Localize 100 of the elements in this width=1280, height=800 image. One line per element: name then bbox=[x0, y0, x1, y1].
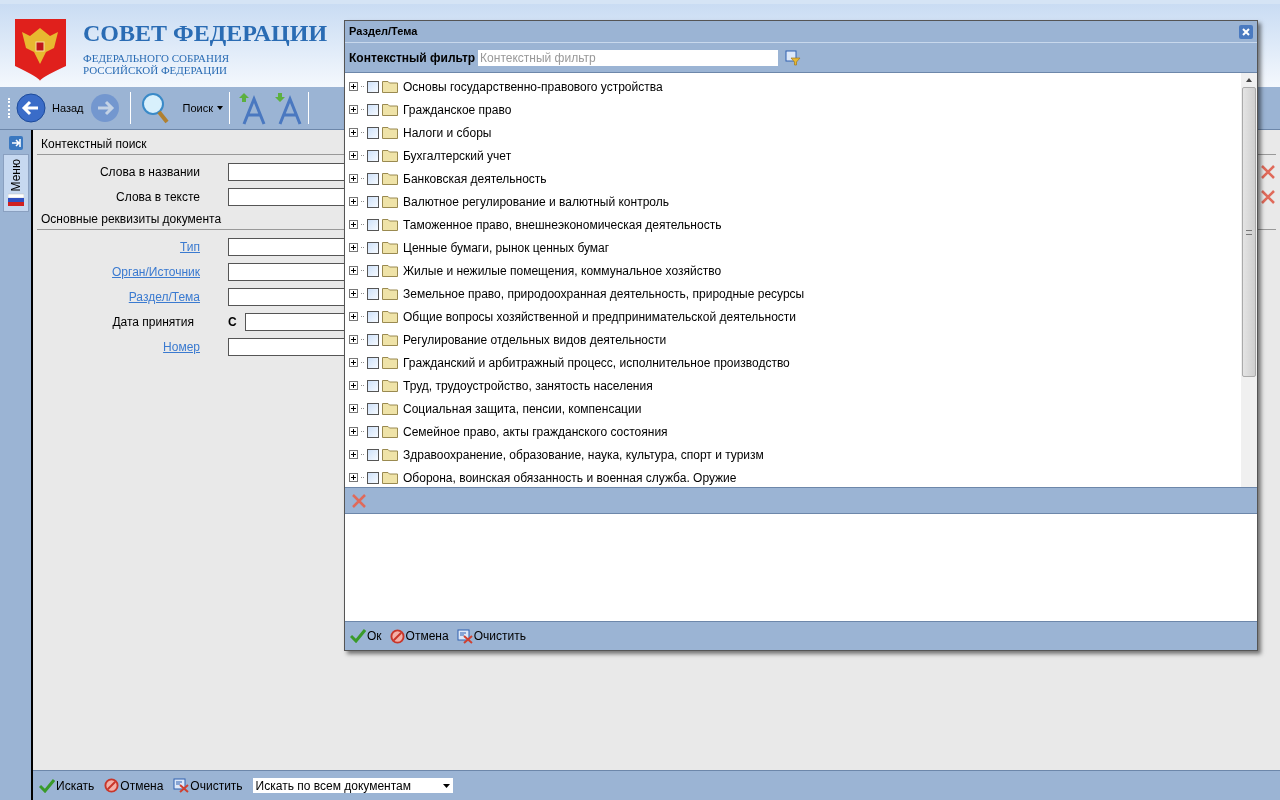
tree-item[interactable]: Основы государственно-правового устройства bbox=[403, 77, 663, 96]
field-link[interactable]: Раздел/Тема bbox=[128, 287, 200, 306]
back-button[interactable]: Назад bbox=[52, 99, 84, 117]
checkbox[interactable] bbox=[367, 241, 379, 254]
checkbox[interactable] bbox=[367, 333, 379, 346]
tree-item[interactable]: Общие вопросы хозяйственной и предпринимательской деятельности bbox=[403, 307, 797, 326]
toolbar-button[interactable]: Отмена bbox=[104, 776, 164, 795]
site-subtitle: РОССИЙСКОЙ ФЕДЕРАЦИИ bbox=[83, 64, 229, 76]
folder-icon bbox=[382, 471, 398, 484]
tree-item[interactable]: Гражданское право bbox=[403, 100, 512, 119]
dialog-button[interactable]: Отмена bbox=[389, 627, 449, 645]
checkbox[interactable] bbox=[367, 218, 379, 231]
folder-icon bbox=[382, 195, 398, 208]
tree-item[interactable]: Социальная защита, пенсии, компенсации bbox=[403, 399, 642, 418]
expand-icon[interactable] bbox=[349, 427, 358, 436]
scroll-thumb[interactable] bbox=[1242, 87, 1256, 377]
filter-label: Контекстный фильтр bbox=[349, 49, 476, 67]
expand-icon[interactable] bbox=[349, 404, 358, 413]
tree-item[interactable]: Гражданский и арбитражный процесс, исполнительное производство bbox=[403, 353, 790, 372]
folder-icon bbox=[382, 103, 398, 116]
field-link[interactable]: Тип bbox=[180, 237, 200, 256]
checkbox[interactable] bbox=[367, 425, 379, 438]
expand-icon[interactable] bbox=[349, 335, 358, 344]
prohibited-icon bbox=[389, 628, 405, 644]
folder-icon bbox=[382, 287, 398, 300]
field-label: Слова в названии bbox=[99, 163, 200, 181]
tree-item[interactable]: Земельное право, природоохранная деятельность, природные ресурсы bbox=[403, 284, 805, 303]
checkbox[interactable] bbox=[367, 356, 379, 369]
expand-icon[interactable] bbox=[349, 266, 358, 275]
expand-icon[interactable] bbox=[349, 197, 358, 206]
expand-icon[interactable] bbox=[349, 381, 358, 390]
filter-icon[interactable] bbox=[785, 49, 802, 66]
expand-icon[interactable] bbox=[349, 473, 358, 482]
caret-icon bbox=[217, 106, 223, 110]
expand-panel-icon[interactable] bbox=[8, 136, 23, 150]
dialog-button[interactable]: Ок bbox=[350, 627, 382, 645]
folder-icon bbox=[382, 218, 398, 231]
checkbox[interactable] bbox=[367, 103, 379, 116]
tree-item[interactable]: Труд, трудоустройство, занятость населения bbox=[403, 376, 653, 395]
flag-icon bbox=[7, 193, 24, 208]
expand-icon[interactable] bbox=[349, 220, 358, 229]
tree-item[interactable]: Здравоохранение, образование, наука, культура, спорт и туризм bbox=[403, 445, 764, 464]
checkbox[interactable] bbox=[367, 448, 379, 461]
checkbox[interactable] bbox=[367, 310, 379, 323]
expand-icon[interactable] bbox=[349, 82, 358, 91]
prohibited-icon bbox=[104, 778, 120, 793]
checkbox[interactable] bbox=[367, 471, 379, 484]
toolbar-button[interactable]: Очистить bbox=[173, 776, 243, 795]
folder-icon bbox=[382, 80, 398, 93]
folder-icon bbox=[382, 402, 398, 415]
tree-item[interactable]: Семейное право, акты гражданского состояния bbox=[403, 422, 668, 441]
clear-icon[interactable] bbox=[1260, 188, 1276, 205]
expand-icon[interactable] bbox=[349, 358, 358, 367]
tree-item[interactable]: Ценные бумаги, рынок ценных бумаг bbox=[403, 238, 610, 257]
checkbox[interactable] bbox=[367, 149, 379, 162]
scrollbar[interactable] bbox=[1241, 73, 1257, 487]
folder-icon bbox=[382, 264, 398, 277]
toolbar-button[interactable]: Искать bbox=[39, 776, 95, 795]
tree-item[interactable]: Банковская деятельность bbox=[403, 169, 547, 188]
search-menu-button[interactable]: Поиск bbox=[182, 99, 223, 117]
dialog-title: Раздел/Тема bbox=[349, 24, 418, 40]
dialog-button[interactable]: Очистить bbox=[456, 627, 526, 645]
expand-icon[interactable] bbox=[349, 174, 358, 183]
filter-field[interactable]: Контекстный фильтр bbox=[478, 49, 779, 66]
expand-icon[interactable] bbox=[349, 105, 358, 114]
folder-icon bbox=[382, 379, 398, 392]
folder-icon bbox=[382, 333, 398, 346]
tree-item[interactable]: Жилые и нежилые помещения, коммунальное хозяйство bbox=[403, 261, 722, 280]
folder-icon bbox=[382, 448, 398, 461]
checkbox[interactable] bbox=[367, 195, 379, 208]
expand-icon[interactable] bbox=[349, 128, 358, 137]
expand-icon[interactable] bbox=[349, 151, 358, 160]
tree-item[interactable]: Регулирование отдельных видов деятельности bbox=[403, 330, 667, 349]
field-label: Слова в тексте bbox=[116, 188, 200, 206]
field-link[interactable]: Орган/Источник bbox=[112, 262, 200, 281]
checkbox[interactable] bbox=[367, 126, 379, 139]
folder-icon bbox=[382, 425, 398, 438]
folder-icon bbox=[382, 172, 398, 185]
expand-icon[interactable] bbox=[349, 243, 358, 252]
expand-icon[interactable] bbox=[349, 289, 358, 298]
tree-item[interactable]: Валютное регулирование и валютный контроль bbox=[403, 192, 669, 211]
checkbox[interactable] bbox=[367, 264, 379, 277]
checkmark-icon bbox=[350, 629, 366, 643]
field-link[interactable]: Номер bbox=[163, 337, 200, 356]
site-title: СОВЕТ ФЕДЕРАЦИИ bbox=[83, 19, 328, 48]
expand-icon[interactable] bbox=[349, 450, 358, 459]
clear-icon[interactable] bbox=[1260, 163, 1276, 180]
search-icon[interactable] bbox=[140, 92, 169, 124]
close-icon[interactable] bbox=[1239, 24, 1253, 39]
checkbox[interactable] bbox=[367, 172, 379, 185]
menu-tab[interactable]: Меню bbox=[2, 154, 29, 213]
expand-icon[interactable] bbox=[349, 312, 358, 321]
checkbox[interactable] bbox=[367, 287, 379, 300]
tree-item[interactable]: Оборона, воинская обязанность и военная служба. Оружие bbox=[403, 468, 737, 487]
site-subtitle: ФЕДЕРАЛЬНОГО СОБРАНИЯ bbox=[83, 52, 231, 64]
checkmark-icon bbox=[39, 778, 55, 793]
checkbox[interactable] bbox=[367, 402, 379, 415]
scope-dropdown[interactable]: Искать по всем документам bbox=[252, 778, 453, 793]
checkbox[interactable] bbox=[367, 379, 379, 392]
checkbox[interactable] bbox=[367, 80, 379, 93]
